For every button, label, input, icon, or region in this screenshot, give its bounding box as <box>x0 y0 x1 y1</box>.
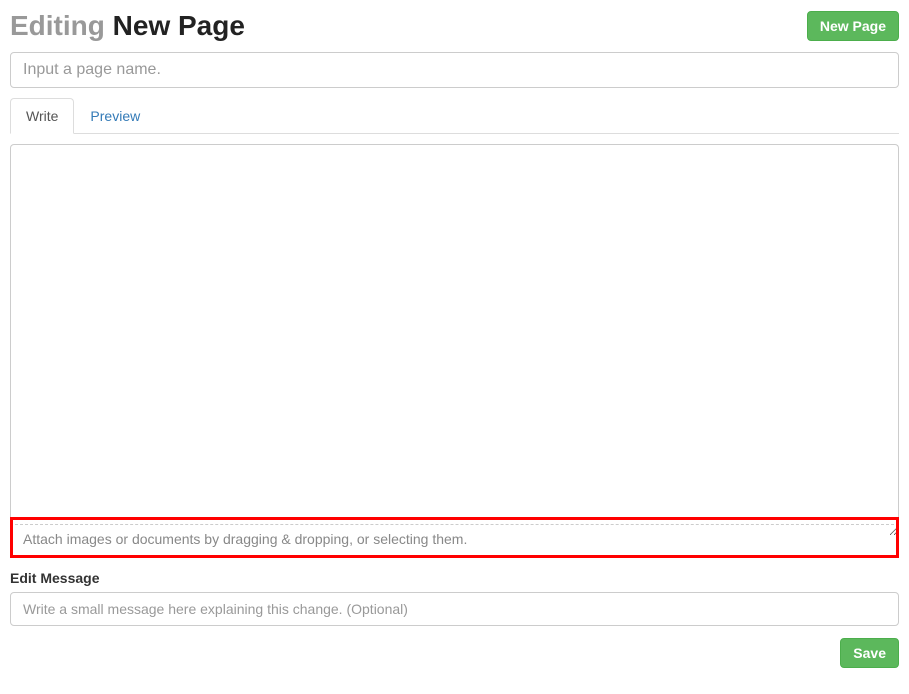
attach-dropzone[interactable]: Attach images or documents by dragging &… <box>15 524 894 553</box>
edit-message-input[interactable] <box>10 592 899 626</box>
tab-preview[interactable]: Preview <box>74 98 156 134</box>
title-prefix: Editing <box>10 10 105 41</box>
new-page-button[interactable]: New Page <box>807 11 899 41</box>
tab-write[interactable]: Write <box>10 98 74 134</box>
editor-tabs: Write Preview <box>10 98 899 134</box>
page-name-input[interactable] <box>10 52 899 88</box>
title-name: New Page <box>113 10 245 41</box>
edit-message-label: Edit Message <box>10 570 899 586</box>
attach-highlight: Attach images or documents by dragging &… <box>10 517 899 558</box>
page-title: Editing New Page <box>10 10 245 42</box>
content-editor[interactable] <box>10 144 899 536</box>
save-button[interactable]: Save <box>840 638 899 668</box>
